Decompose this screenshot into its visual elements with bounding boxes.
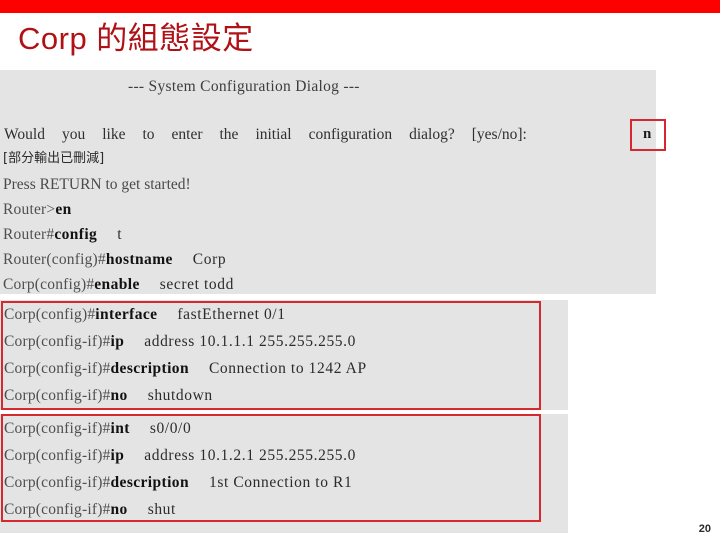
question-word: initial bbox=[255, 126, 292, 143]
terminal-command: enable bbox=[94, 276, 140, 293]
question-word: the bbox=[219, 126, 239, 143]
terminal-argument: Corp bbox=[192, 251, 227, 268]
serial-highlight-box bbox=[1, 414, 541, 522]
page-title: Corp 的組態設定 bbox=[18, 21, 254, 56]
dialog-header-line: --- System Configuration Dialog --- bbox=[128, 78, 360, 95]
page-number: 20 bbox=[698, 523, 711, 535]
question-word: [yes/no]: bbox=[471, 126, 527, 143]
dialog-answer-value: n bbox=[643, 126, 652, 142]
terminal-prompt: Router> bbox=[3, 201, 56, 218]
question-word: dialog? bbox=[409, 126, 455, 143]
question-word: configuration bbox=[308, 126, 393, 143]
top-accent-bar bbox=[0, 0, 720, 13]
terminal-line: Router#config t bbox=[3, 226, 122, 244]
terminal-line: Router(config)#hostname Corp bbox=[3, 251, 226, 269]
terminal-prompt: Corp(config)# bbox=[3, 276, 95, 293]
press-return-line: Press RETURN to get started! bbox=[3, 176, 191, 193]
terminal-command: hostname bbox=[105, 251, 173, 268]
question-word: enter bbox=[171, 126, 203, 143]
terminal-panel-dialog: --- System Configuration Dialog --- Woul… bbox=[0, 70, 656, 294]
terminal-line: Router>en bbox=[3, 201, 72, 219]
omitted-output-note: [部分輸出已刪減] bbox=[3, 151, 105, 166]
initial-config-question: Would you like to enter the initial configurati… bbox=[4, 126, 527, 144]
question-word: like bbox=[102, 126, 126, 143]
question-word: to bbox=[142, 126, 155, 143]
terminal-prompt: Router(config)# bbox=[3, 251, 106, 268]
terminal-command: en bbox=[55, 201, 72, 218]
terminal-argument: t bbox=[117, 226, 123, 243]
terminal-prompt: Router# bbox=[3, 226, 55, 243]
terminal-argument: secret todd bbox=[159, 276, 234, 293]
question-word: you bbox=[61, 126, 86, 143]
terminal-line: Corp(config)#enable secret todd bbox=[3, 276, 234, 294]
question-word: Would bbox=[4, 126, 45, 143]
fastethernet-highlight-box bbox=[1, 301, 541, 410]
terminal-command: config bbox=[54, 226, 98, 243]
